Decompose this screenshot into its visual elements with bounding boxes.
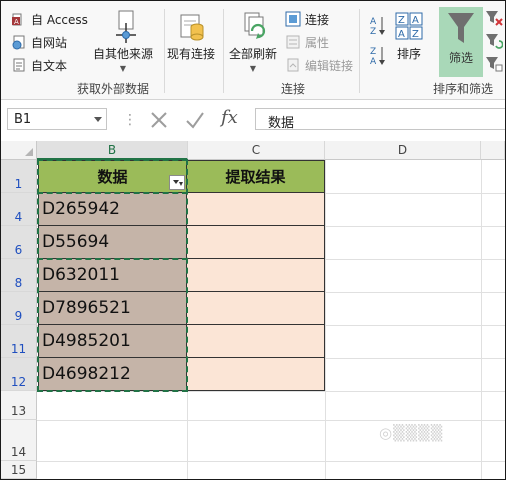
- advanced-filter-icon: [486, 57, 503, 72]
- gridline: [481, 160, 482, 479]
- cell-c4[interactable]: [187, 193, 325, 226]
- sort-icon: Z A A Z: [395, 12, 423, 40]
- formula-bar: B1 ⋮ fx 数据: [1, 105, 505, 135]
- svg-text:Z: Z: [370, 47, 376, 57]
- chevron-down-icon: ▼: [119, 64, 127, 73]
- cell-b11[interactable]: D4985201: [38, 325, 187, 358]
- column-header-d[interactable]: D: [325, 141, 481, 160]
- gridline: [37, 461, 505, 462]
- worksheet-grid: B C D 1 4 6 8 9 11 12 13 14 15 数据 提取结果 D…: [1, 141, 505, 479]
- connections-group-label: 连接: [281, 82, 306, 96]
- select-all-button[interactable]: [1, 141, 37, 160]
- row-header-12[interactable]: 12: [1, 358, 37, 391]
- confirm-entry-button[interactable]: [185, 110, 205, 133]
- excel-window: A 自 Access 自网站 自文本 自其他来源 ▼ 现有连接 获取外部数据 全…: [0, 0, 506, 480]
- svg-text:A: A: [370, 57, 377, 67]
- svg-text:A: A: [398, 29, 405, 40]
- column-header-c[interactable]: C: [188, 141, 325, 160]
- group-divider: [359, 9, 360, 93]
- cell-b4[interactable]: D265942: [38, 193, 187, 226]
- get-external-data-group-label: 获取外部数据: [77, 82, 150, 96]
- row-header-13[interactable]: 13: [1, 391, 37, 420]
- edit-links-button[interactable]: 编辑链接: [285, 55, 353, 75]
- sort-filter-group-label: 排序和筛选: [433, 82, 494, 96]
- from-web-button[interactable]: 自网站: [11, 32, 67, 52]
- from-other-sources-button[interactable]: 自其他来源 ▼: [93, 9, 153, 73]
- sort-button[interactable]: Z A A Z 排序: [393, 9, 425, 62]
- cell-b9[interactable]: D7896521: [38, 292, 187, 325]
- row-header-8[interactable]: 8: [1, 259, 37, 292]
- row-header-11[interactable]: 11: [1, 325, 37, 358]
- sort-descending-button[interactable]: Z A: [369, 45, 387, 70]
- advanced-filter-button[interactable]: [485, 55, 503, 76]
- svg-text:Z: Z: [412, 29, 419, 40]
- row-header-1[interactable]: 1: [1, 160, 37, 193]
- filter-dropdown-icon: [173, 180, 183, 186]
- edit-links-icon: [287, 58, 299, 72]
- filter-button[interactable]: 筛选: [439, 7, 483, 77]
- sort-za-icon: Z A: [370, 47, 385, 67]
- existing-connections-icon: [180, 14, 204, 41]
- row-header-14[interactable]: 14: [1, 420, 37, 461]
- cell-c1-header[interactable]: 提取结果: [187, 160, 325, 193]
- group-divider: [164, 9, 165, 93]
- reapply-filter-button[interactable]: [485, 32, 504, 53]
- formula-bar-grip-icon: ⋮: [123, 112, 137, 128]
- row-header-9[interactable]: 9: [1, 292, 37, 325]
- cell-c12[interactable]: [187, 358, 325, 391]
- svg-text:Z: Z: [370, 27, 376, 37]
- row-header-4[interactable]: 4: [1, 193, 37, 226]
- watermark-logo: ◎▒▒▒▒: [379, 424, 444, 442]
- refresh-icon: [244, 12, 266, 39]
- ribbon-data-tab: A 自 Access 自网站 自文本 自其他来源 ▼ 现有连接 获取外部数据 全…: [1, 1, 505, 100]
- column-header-e[interactable]: [481, 141, 505, 160]
- row-header-15[interactable]: 15: [1, 461, 37, 479]
- svg-text:A: A: [14, 18, 19, 26]
- chevron-down-icon: ▼: [249, 64, 257, 73]
- cell-c9[interactable]: [187, 292, 325, 325]
- text-file-icon: [13, 58, 25, 72]
- svg-text:Z: Z: [398, 15, 405, 26]
- cell-c11[interactable]: [187, 325, 325, 358]
- name-box[interactable]: B1: [7, 108, 107, 130]
- filter-dropdown-button[interactable]: [169, 175, 185, 190]
- column-header-b[interactable]: B: [37, 141, 188, 160]
- sort-az-icon: A Z: [370, 17, 385, 37]
- cell-b12[interactable]: D4698212: [38, 358, 187, 391]
- connections-icon: [285, 11, 301, 27]
- web-icon: [12, 35, 25, 50]
- checkmark-icon: [186, 112, 204, 129]
- gridline: [325, 160, 326, 479]
- cell-b8[interactable]: D632011: [38, 259, 187, 292]
- sort-ascending-button[interactable]: A Z: [369, 15, 387, 40]
- from-text-button[interactable]: 自文本: [11, 55, 67, 75]
- from-access-button[interactable]: A 自 Access: [11, 9, 88, 29]
- clear-filter-icon: [486, 11, 503, 26]
- gridline: [37, 391, 505, 392]
- clear-filter-button[interactable]: [485, 9, 503, 30]
- existing-connections-button[interactable]: 现有连接: [167, 9, 215, 62]
- refresh-all-button[interactable]: 全部刷新 ▼: [229, 9, 277, 73]
- cancel-entry-button[interactable]: [149, 110, 169, 133]
- cell-c6[interactable]: [187, 226, 325, 259]
- cell-b1-header[interactable]: 数据: [38, 160, 187, 193]
- properties-button[interactable]: 属性: [285, 32, 329, 52]
- group-divider: [223, 9, 224, 93]
- svg-text:A: A: [412, 15, 419, 26]
- chevron-down-icon: [94, 117, 102, 122]
- svg-text:A: A: [370, 17, 377, 27]
- reapply-filter-icon: [486, 34, 504, 49]
- formula-input[interactable]: 数据: [255, 108, 505, 131]
- access-icon: A: [12, 13, 22, 26]
- funnel-icon: [448, 13, 474, 43]
- gridline: [37, 420, 505, 421]
- cancel-x-icon: [151, 112, 167, 128]
- insert-function-button[interactable]: fx: [221, 107, 238, 128]
- row-header-6[interactable]: 6: [1, 226, 37, 259]
- cell-c8[interactable]: [187, 259, 325, 292]
- other-sources-icon: [116, 10, 136, 43]
- cell-b6[interactable]: D55694: [38, 226, 187, 259]
- connections-button[interactable]: 连接: [285, 9, 329, 29]
- properties-icon: [286, 35, 300, 49]
